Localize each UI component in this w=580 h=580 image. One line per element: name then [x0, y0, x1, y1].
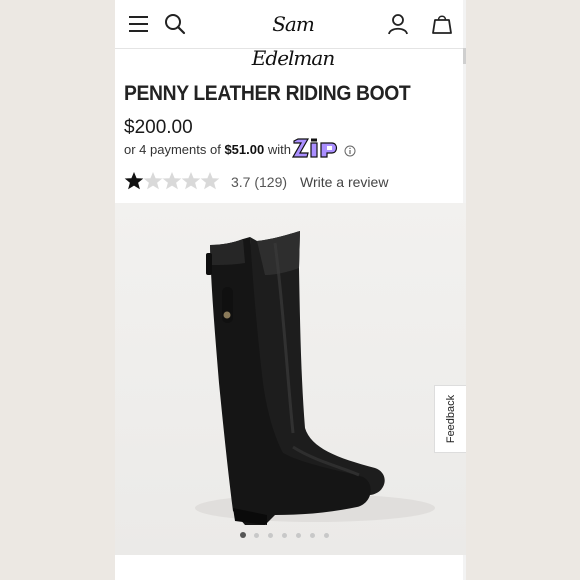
search-icon[interactable] — [162, 11, 188, 37]
scrollbar-thumb[interactable] — [463, 48, 466, 64]
carousel-dot[interactable] — [310, 533, 315, 538]
rating-summary: 3.7 (129) — [231, 174, 288, 190]
product-title: PENNY LEATHER RIDING BOOT — [124, 82, 411, 105]
feedback-tab[interactable]: Feedback — [434, 385, 466, 453]
riding-boots-photo — [195, 231, 435, 525]
site-header: Sam Edelman — [115, 0, 466, 70]
account-icon[interactable] — [385, 11, 411, 37]
info-icon[interactable] — [344, 144, 356, 162]
bag-icon[interactable] — [429, 11, 455, 37]
installment-suffix: with — [267, 142, 291, 157]
star-empty-icon — [162, 172, 182, 190]
menu-icon[interactable] — [126, 11, 152, 37]
installment-amount: $51.00 — [224, 142, 265, 157]
product-price: $200.00 — [124, 117, 193, 138]
write-review-link[interactable]: Write a review — [300, 174, 388, 190]
installment-text: or 4 payments of $51.00 with — [124, 142, 291, 157]
star-empty-icon — [181, 172, 201, 190]
carousel-dot[interactable] — [240, 532, 246, 538]
carousel-dot[interactable] — [268, 533, 273, 538]
brand-logo[interactable]: Sam Edelman — [233, 7, 353, 70]
product-image[interactable]: Feedback — [115, 203, 466, 555]
zip-logo[interactable] — [291, 138, 340, 163]
star-empty-icon — [200, 172, 220, 190]
installment-prefix: or 4 payments of — [124, 142, 221, 157]
rating-stars — [124, 172, 220, 190]
carousel-dot[interactable] — [324, 533, 329, 538]
star-empty-icon — [143, 172, 163, 190]
carousel-dots[interactable] — [240, 532, 340, 540]
carousel-dot[interactable] — [282, 533, 287, 538]
carousel-dot[interactable] — [254, 533, 259, 538]
carousel-dot[interactable] — [296, 533, 301, 538]
star-filled-icon — [124, 172, 144, 190]
mobile-page: Sam Edelman PENNY LEATHER RIDING BOOT $2… — [115, 0, 466, 580]
feedback-label: Feedback — [445, 394, 457, 444]
